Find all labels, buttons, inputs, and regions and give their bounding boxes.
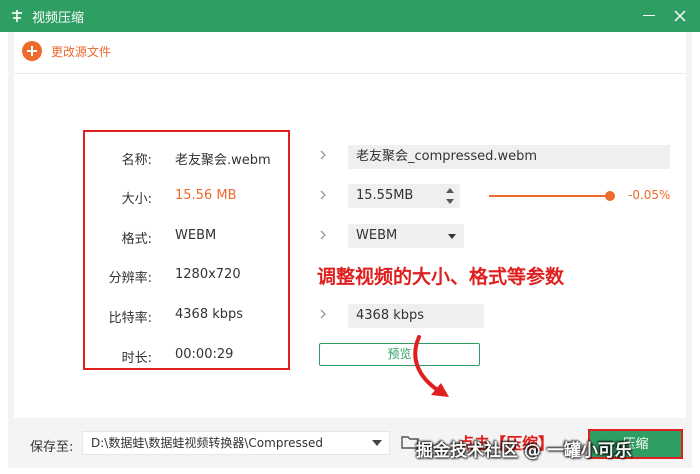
format-label: 格式: xyxy=(121,232,152,247)
stepper-down-icon[interactable] xyxy=(446,199,454,204)
source-format-value: WEBM xyxy=(175,228,217,243)
minimize-icon[interactable] xyxy=(643,15,655,16)
output-size-stepper[interactable]: 15.55MB xyxy=(348,184,460,208)
stepper-up-icon[interactable] xyxy=(446,188,454,193)
close-icon[interactable] xyxy=(672,8,688,24)
dropdown-caret-icon xyxy=(448,234,456,239)
resolution-label: 分辨率: xyxy=(108,271,152,286)
source-size-value: 15.56 MB xyxy=(175,188,237,203)
compression-percent: -0.05% xyxy=(628,188,671,202)
save-path-select[interactable]: D:\数据蛙\数据蛙视频转换器\Compressed xyxy=(82,431,390,455)
chevron-right-icon xyxy=(320,230,326,240)
output-format-value: WEBM xyxy=(356,228,398,243)
output-size-value: 15.55MB xyxy=(356,188,414,203)
divider xyxy=(14,73,686,74)
window-title: 视频压缩 xyxy=(32,11,85,26)
bitrate-label: 比特率: xyxy=(108,311,152,326)
output-name-field[interactable]: 老友聚会_compressed.webm xyxy=(348,145,670,169)
output-bitrate-field[interactable]: 4368 kbps xyxy=(348,304,484,328)
output-bitrate-value: 4368 kbps xyxy=(356,308,425,323)
source-bitrate-value: 4368 kbps xyxy=(175,307,244,322)
scissors-icon xyxy=(12,10,22,22)
chevron-right-icon xyxy=(320,309,326,319)
duration-label: 时长: xyxy=(121,351,152,366)
change-source-button[interactable]: 更改源文件 xyxy=(22,41,111,61)
compression-slider-track[interactable] xyxy=(489,195,611,197)
source-name-value: 老友聚会.webm xyxy=(175,153,271,168)
title-bar: 视频压缩 xyxy=(0,0,700,32)
output-format-select[interactable]: WEBM xyxy=(348,224,464,248)
save-path-value: D:\数据蛙\数据蛙视频转换器\Compressed xyxy=(91,436,323,450)
chevron-right-icon xyxy=(320,190,326,200)
chevron-right-icon xyxy=(320,150,326,160)
dropdown-caret-icon[interactable] xyxy=(372,440,382,446)
save-to-label: 保存至: xyxy=(30,440,74,455)
annotation-arrow-icon xyxy=(413,335,449,397)
source-resolution-value: 1280x720 xyxy=(175,267,241,282)
change-source-label: 更改源文件 xyxy=(51,44,112,59)
name-label: 名称: xyxy=(121,153,152,168)
plus-circle-icon xyxy=(22,41,42,61)
size-label: 大小: xyxy=(121,192,152,207)
compression-slider-handle[interactable] xyxy=(605,191,615,201)
watermark: 掘金技术社区 @ 一罐小可乐 xyxy=(416,441,632,461)
source-duration-value: 00:00:29 xyxy=(175,347,234,362)
output-name-value: 老友聚会_compressed.webm xyxy=(356,149,538,164)
adjust-params-annotation: 调整视频的大小、格式等参数 xyxy=(317,266,565,288)
